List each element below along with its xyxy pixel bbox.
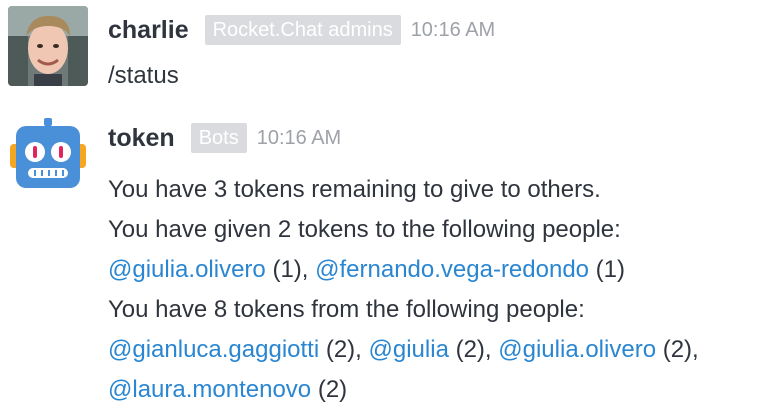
message-line: You have 8 tokens from the following peo… xyxy=(108,296,585,323)
token-count: (1) xyxy=(589,256,626,283)
user-mention[interactable]: @giulia.olivero xyxy=(108,256,266,283)
robot-icon xyxy=(10,118,86,188)
person-photo-icon xyxy=(8,6,88,86)
message-line: @gianluca.gaggiotti (2), @giulia (2), @g… xyxy=(108,330,699,370)
message-line: You have 3 tokens remaining to give to o… xyxy=(108,176,601,203)
token-count: (2), xyxy=(448,336,499,363)
role-badge: Bots xyxy=(190,123,247,153)
message-charlie: charlie Rocket.Chat admins 10:16 AM /sta… xyxy=(0,0,776,100)
token-count: (2), xyxy=(319,336,369,363)
message-line: You have given 2 tokens to the following… xyxy=(108,216,621,243)
user-mention[interactable]: @laura.montenovo xyxy=(108,376,311,403)
token-count: (2), xyxy=(656,336,699,363)
message-token: token Bots 10:16 AM You have 3 tokens re… xyxy=(0,104,776,404)
role-badge: Rocket.Chat admins xyxy=(204,15,401,45)
message-header: charlie Rocket.Chat admins 10:16 AM xyxy=(108,12,495,48)
user-mention[interactable]: @giulia.olivero xyxy=(498,336,656,363)
token-count: (1), xyxy=(265,256,316,283)
message-line: @laura.montenovo (2) xyxy=(108,370,699,410)
message-line: @giulia.olivero (1), @fernando.vega-redo… xyxy=(108,250,699,290)
message-body: /status xyxy=(108,56,179,96)
user-avatar-token[interactable] xyxy=(8,116,88,196)
user-mention[interactable]: @gianluca.gaggiotti xyxy=(108,336,319,363)
user-avatar-charlie[interactable] xyxy=(8,6,88,86)
message-header: token Bots 10:16 AM xyxy=(108,120,341,156)
message-time[interactable]: 10:16 AM xyxy=(257,127,342,150)
user-mention[interactable]: @giulia xyxy=(369,336,449,363)
token-count: (2) xyxy=(311,376,348,403)
message-body: You have 3 tokens remaining to give to o… xyxy=(108,170,699,410)
username[interactable]: token xyxy=(108,124,175,153)
message-text: /status xyxy=(108,62,179,89)
username[interactable]: charlie xyxy=(108,16,189,45)
message-time[interactable]: 10:16 AM xyxy=(411,19,496,42)
user-mention[interactable]: @fernando.vega-redondo xyxy=(315,256,589,283)
